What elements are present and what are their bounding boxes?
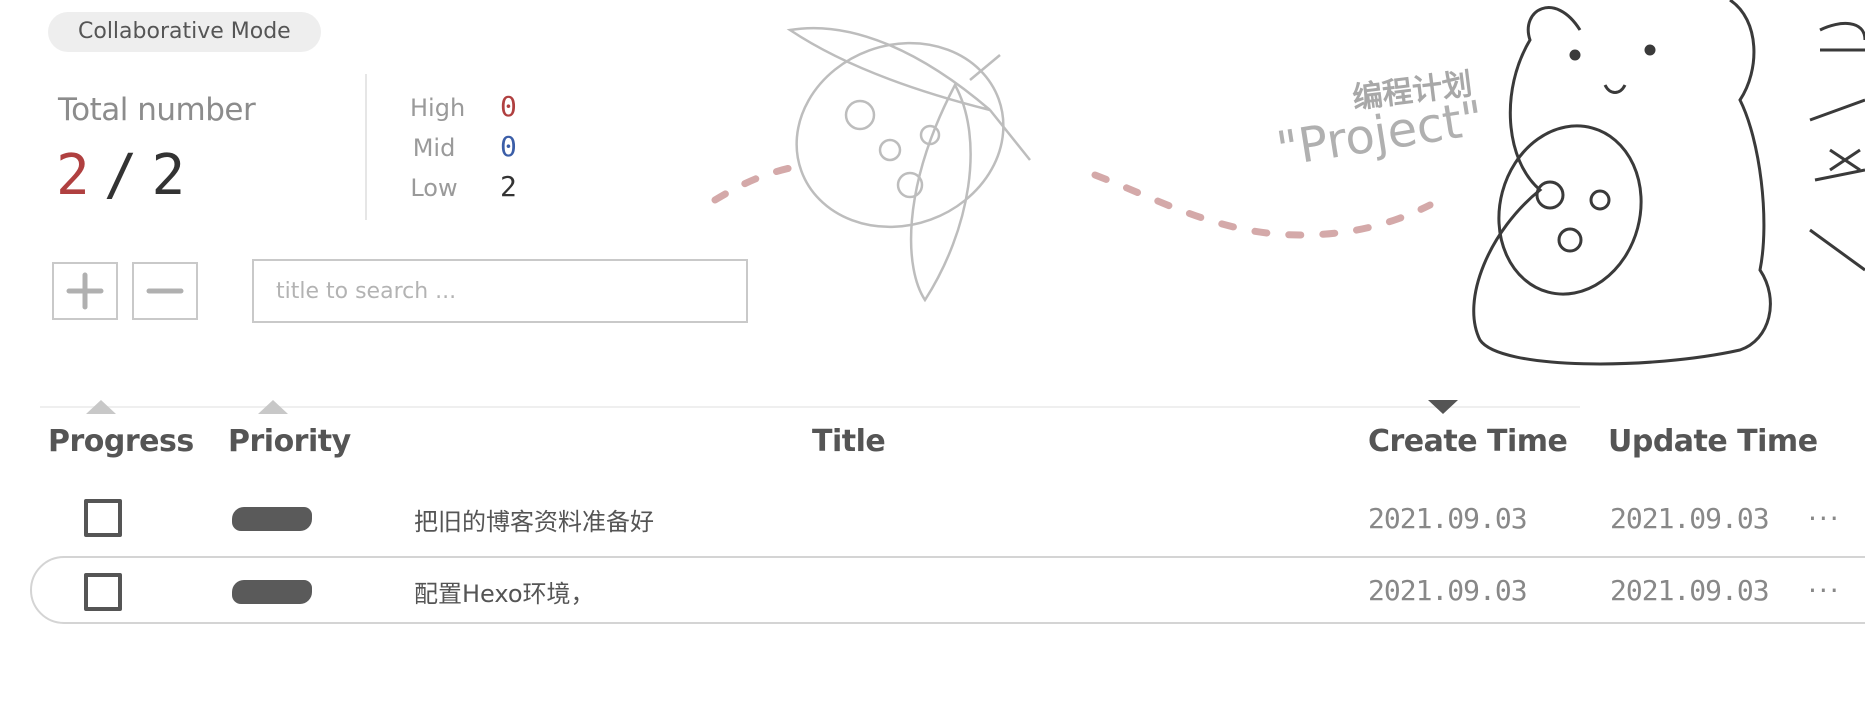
priority-high-label: High xyxy=(410,94,466,122)
count-separator: / xyxy=(103,143,138,208)
decorative-illustration xyxy=(711,0,1865,366)
plus-icon xyxy=(66,272,104,310)
column-create-time[interactable]: Create Time xyxy=(1368,424,1568,459)
column-priority[interactable]: Priority xyxy=(228,424,351,459)
row-2-title[interactable]: 配置Hexo环境， xyxy=(414,574,595,609)
bear-illustration xyxy=(1472,0,1865,366)
row-1-more-button[interactable]: ··· xyxy=(1808,502,1841,535)
priority-mid-label: Mid xyxy=(412,134,456,162)
column-progress[interactable]: Progress xyxy=(48,424,194,459)
row-1-progress-checkbox[interactable] xyxy=(84,499,122,537)
remove-button[interactable] xyxy=(132,262,198,320)
search-input[interactable] xyxy=(252,259,748,323)
row-2-priority-indicator xyxy=(232,580,312,604)
completed-count: 2 xyxy=(56,143,90,208)
priority-high-count: 0 xyxy=(500,90,517,123)
total-number-value: 2/2 xyxy=(56,146,185,206)
row-2-progress-checkbox[interactable] xyxy=(84,573,122,611)
ladybug-illustration xyxy=(786,26,1031,303)
row-1-priority-indicator xyxy=(232,507,312,531)
stats-divider xyxy=(365,74,367,220)
row-1-create-time: 2021.09.03 xyxy=(1368,502,1528,535)
row-1-update-time: 2021.09.03 xyxy=(1610,502,1770,535)
progress-sort-arrow-icon[interactable] xyxy=(86,400,116,414)
column-title: Title xyxy=(812,424,886,459)
minus-icon xyxy=(146,288,184,294)
create-time-sort-arrow-icon[interactable] xyxy=(1428,400,1458,414)
priority-low-count: 2 xyxy=(500,170,517,203)
collaborative-mode-toggle[interactable]: Collaborative Mode xyxy=(48,12,321,52)
priority-low-label: Low xyxy=(410,174,458,202)
column-update-time[interactable]: Update Time xyxy=(1608,424,1818,459)
add-button[interactable] xyxy=(52,262,118,320)
total-count: 2 xyxy=(151,143,186,208)
row-2-create-time: 2021.09.03 xyxy=(1368,574,1528,607)
row-2-update-time: 2021.09.03 xyxy=(1610,574,1770,607)
priority-mid-count: 0 xyxy=(500,130,517,163)
row-2-more-button[interactable]: ··· xyxy=(1808,574,1841,607)
total-number-label: Total number xyxy=(58,92,256,128)
row-1-title[interactable]: 把旧的博客资料准备好 xyxy=(414,502,654,537)
priority-sort-arrow-icon[interactable] xyxy=(258,400,288,414)
